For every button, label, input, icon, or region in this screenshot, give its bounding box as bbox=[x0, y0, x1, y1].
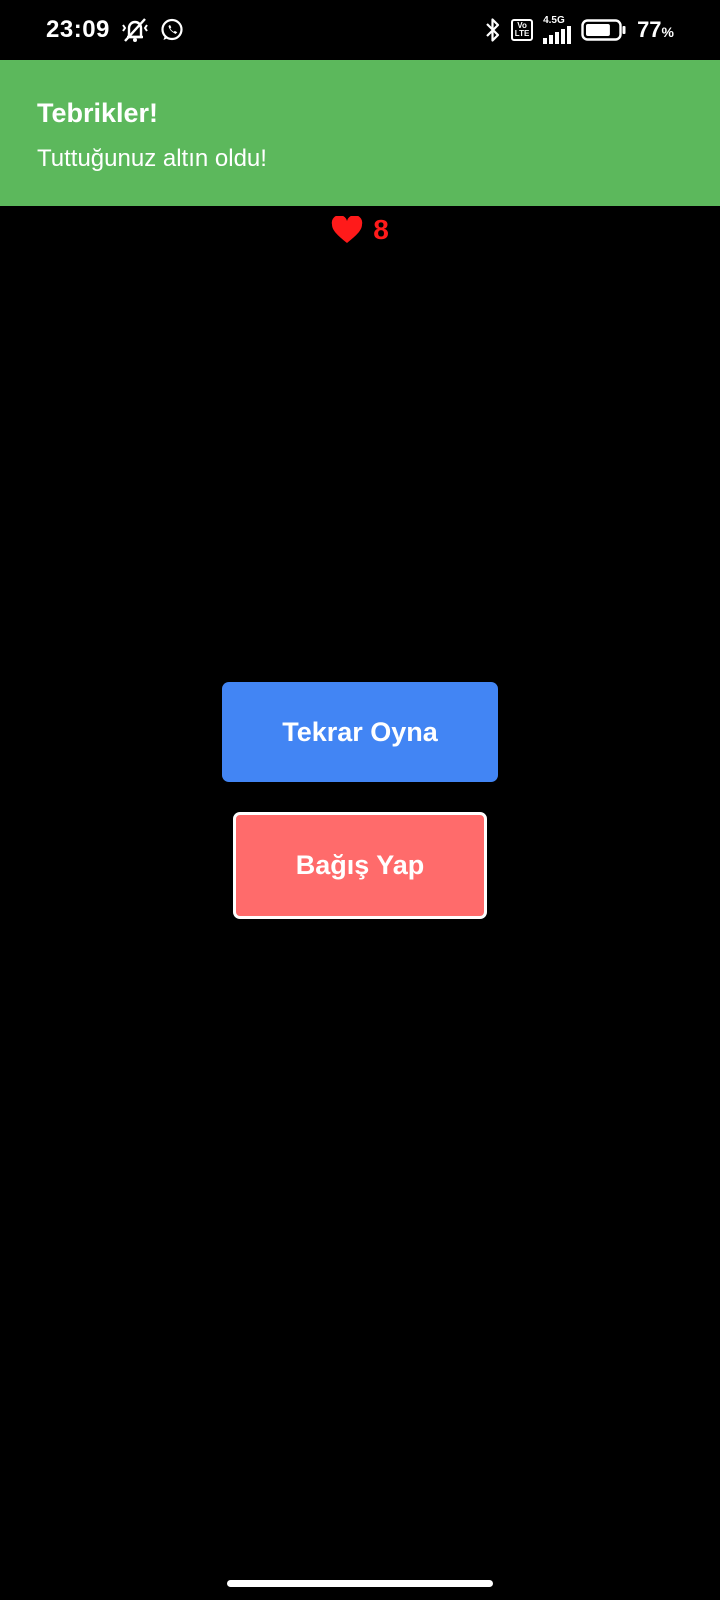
toast-title: Tebrikler! bbox=[37, 98, 159, 128]
toast-message: Tuttuğunuz altın oldu! bbox=[37, 145, 267, 172]
success-toast: Tebrikler! Tuttuğunuz altın oldu! bbox=[0, 60, 720, 206]
lives-count: 8 bbox=[373, 214, 389, 245]
lives-counter: 8 bbox=[0, 214, 720, 246]
status-bar: 23:09 Vo LTE 4.5G 77% bbox=[0, 0, 720, 60]
play-again-button[interactable]: Tekrar Oyna bbox=[222, 682, 498, 782]
status-time: 23:09 bbox=[46, 16, 110, 43]
signal-bars bbox=[543, 26, 572, 44]
battery-percent-value: 77 bbox=[637, 17, 662, 42]
volte-bottom-text: LTE bbox=[514, 29, 530, 38]
status-bar-left: 23:09 bbox=[46, 16, 184, 44]
bluetooth-icon bbox=[485, 17, 501, 43]
vibrate-off-icon bbox=[120, 17, 150, 43]
volte-icon: Vo LTE bbox=[511, 19, 534, 41]
donate-button[interactable]: Bağış Yap bbox=[233, 812, 487, 919]
whatsapp-icon bbox=[160, 18, 184, 42]
battery-percent: 77% bbox=[637, 17, 674, 43]
network-type: 4.5G bbox=[543, 15, 565, 26]
heart-icon bbox=[331, 216, 363, 244]
battery-icon bbox=[581, 18, 627, 42]
status-bar-right: Vo LTE 4.5G 77% bbox=[485, 16, 674, 44]
game-screen: 23:09 Vo LTE 4.5G 77% Tebrikler! Tuttuğu… bbox=[0, 0, 720, 1600]
battery-percent-unit: % bbox=[661, 24, 674, 40]
home-indicator[interactable] bbox=[227, 1580, 493, 1587]
signal-icon: 4.5G bbox=[543, 15, 572, 44]
